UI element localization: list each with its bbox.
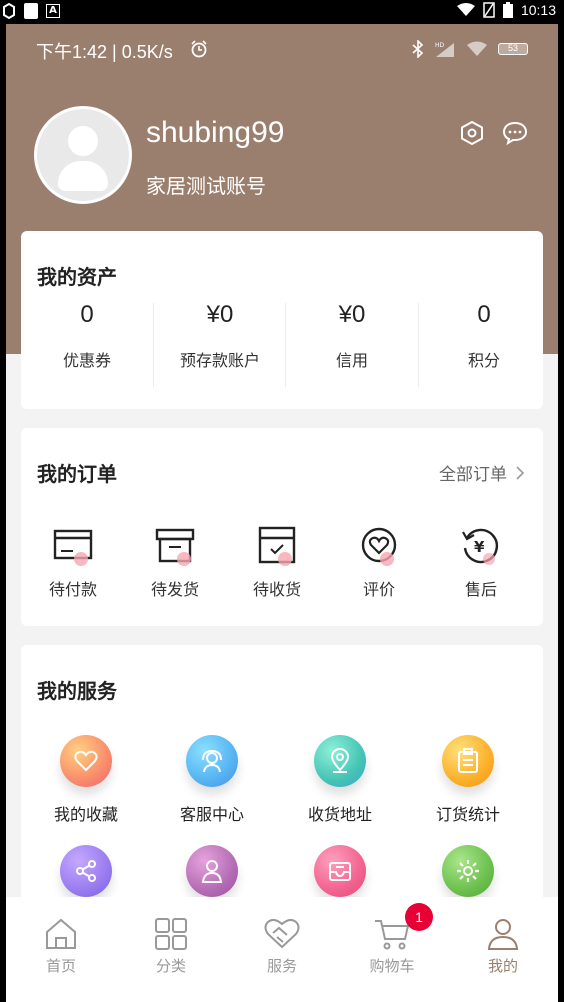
grid-icon xyxy=(155,918,187,950)
order-label: 售后 xyxy=(464,580,497,599)
tab-label: 购物车 xyxy=(369,957,415,975)
home-icon xyxy=(46,918,76,949)
order-review[interactable]: 评价 xyxy=(328,524,430,600)
order-label: 评价 xyxy=(362,580,395,599)
sync-icon xyxy=(3,3,15,19)
person-card-icon xyxy=(186,845,238,897)
message-icon[interactable] xyxy=(502,120,528,146)
asset-value: 0 xyxy=(80,301,94,328)
app-a-icon: A xyxy=(46,4,60,18)
asset-deposit[interactable]: ¥0 预存款账户 xyxy=(154,301,286,371)
assets-title: 我的资产 xyxy=(37,265,117,289)
tab-cart[interactable]: 1 购物车 xyxy=(337,903,447,976)
settings-hexagon-icon[interactable] xyxy=(459,120,485,146)
service-favorites[interactable]: 我的收藏 xyxy=(21,735,151,825)
account-subtitle: 家居测试账号 xyxy=(146,174,266,198)
asset-coupons[interactable]: 0 优惠券 xyxy=(21,301,153,371)
service-label: 我的收藏 xyxy=(53,805,118,824)
asset-credit[interactable]: ¥0 信用 xyxy=(286,301,418,371)
service-label: 订货统计 xyxy=(435,805,500,824)
service-member[interactable] xyxy=(147,845,277,897)
app-screen: 下午1:42 | 0.5K/s HD 53 shubing99 家居测试账号 我… xyxy=(6,24,558,1002)
username: shubing99 xyxy=(146,116,285,149)
asset-label: 预存款账户 xyxy=(179,351,260,370)
order-pending-receipt[interactable]: 待收货 xyxy=(226,524,328,600)
battery-level: 53 xyxy=(498,43,528,55)
orders-card: 我的订单 全部订单 待付款 待发货 待收货 评价 ¥ 售后 xyxy=(21,428,543,626)
avatar[interactable] xyxy=(34,106,132,204)
tab-categories[interactable]: 分类 xyxy=(116,917,226,976)
service-label: 收货地址 xyxy=(307,805,372,824)
inner-status-bar: 下午1:42 | 0.5K/s HD 53 xyxy=(36,38,528,62)
location-pin-icon xyxy=(314,735,366,787)
services-title: 我的服务 xyxy=(37,679,117,703)
bottom-tab-bar: 首页 分类 服务 1 购物车 我的 xyxy=(6,897,558,1002)
order-pending-payment[interactable]: 待付款 xyxy=(22,524,124,600)
order-label: 待收货 xyxy=(252,580,301,599)
system-notification-icons: A xyxy=(2,3,60,19)
asset-points[interactable]: 0 积分 xyxy=(418,301,550,371)
heart-icon xyxy=(60,735,112,787)
all-orders-link[interactable]: 全部订单 xyxy=(439,460,525,485)
asset-value: ¥0 xyxy=(338,301,366,328)
wallet-icon xyxy=(53,529,93,566)
order-label: 待付款 xyxy=(48,580,97,599)
inner-status-time: 下午1:42 | 0.5K/s xyxy=(36,42,173,62)
heart-chat-icon xyxy=(361,527,397,566)
signal-hd-icon: HD xyxy=(435,42,454,57)
headset-icon xyxy=(186,735,238,787)
svg-text:¥: ¥ xyxy=(474,538,485,556)
service-share[interactable] xyxy=(21,845,151,897)
service-messages[interactable] xyxy=(275,845,405,897)
system-status-bar: A 10:13 xyxy=(0,0,564,24)
cart-badge: 1 xyxy=(405,903,433,931)
handshake-icon xyxy=(264,918,300,949)
order-pending-shipment[interactable]: 待发货 xyxy=(124,524,226,600)
user-icon xyxy=(487,919,519,950)
asset-label: 信用 xyxy=(335,351,368,370)
asset-value: 0 xyxy=(477,301,491,328)
wifi-icon xyxy=(456,3,475,16)
service-order-stats[interactable]: 订货统计 xyxy=(403,735,533,825)
orders-title: 我的订单 xyxy=(37,462,117,486)
asset-label: 积分 xyxy=(467,351,500,370)
assets-card: 我的资产 0 优惠券 ¥0 预存款账户 ¥0 信用 0 积分 xyxy=(21,231,543,409)
tab-home[interactable]: 首页 xyxy=(6,917,116,976)
tab-label: 首页 xyxy=(45,957,76,975)
system-time: 10:13 xyxy=(520,2,556,18)
service-address[interactable]: 收货地址 xyxy=(275,735,405,825)
tab-service[interactable]: 服务 xyxy=(227,917,337,976)
battery-icon xyxy=(502,2,513,18)
order-after-sales[interactable]: ¥ 售后 xyxy=(430,524,532,600)
inbox-icon xyxy=(314,845,366,897)
clipboard-icon xyxy=(442,735,494,787)
bluetooth-icon xyxy=(412,40,424,58)
share-icon xyxy=(60,845,112,897)
no-sim-icon xyxy=(483,2,495,18)
order-label: 待发货 xyxy=(150,580,199,599)
delivery-box-icon xyxy=(258,526,296,566)
refund-icon: ¥ xyxy=(462,528,499,565)
svg-text:HD: HD xyxy=(435,42,445,49)
alarm-icon xyxy=(191,40,207,58)
gear-icon xyxy=(442,845,494,897)
tab-mine[interactable]: 我的 xyxy=(448,917,558,976)
asset-value: ¥0 xyxy=(206,301,234,328)
tab-label: 分类 xyxy=(155,957,186,975)
service-settings[interactable] xyxy=(403,845,533,897)
tab-label: 我的 xyxy=(487,957,518,975)
service-customer-center[interactable]: 客服中心 xyxy=(147,735,277,825)
asset-label: 优惠券 xyxy=(62,351,111,370)
tab-label: 服务 xyxy=(266,957,297,975)
wifi-signal-icon xyxy=(467,41,487,56)
all-orders-label: 全部订单 xyxy=(439,465,507,485)
service-label: 客服中心 xyxy=(179,805,244,824)
chevron-right-icon xyxy=(516,465,525,480)
notification-icon xyxy=(24,3,38,19)
box-icon xyxy=(155,528,195,566)
